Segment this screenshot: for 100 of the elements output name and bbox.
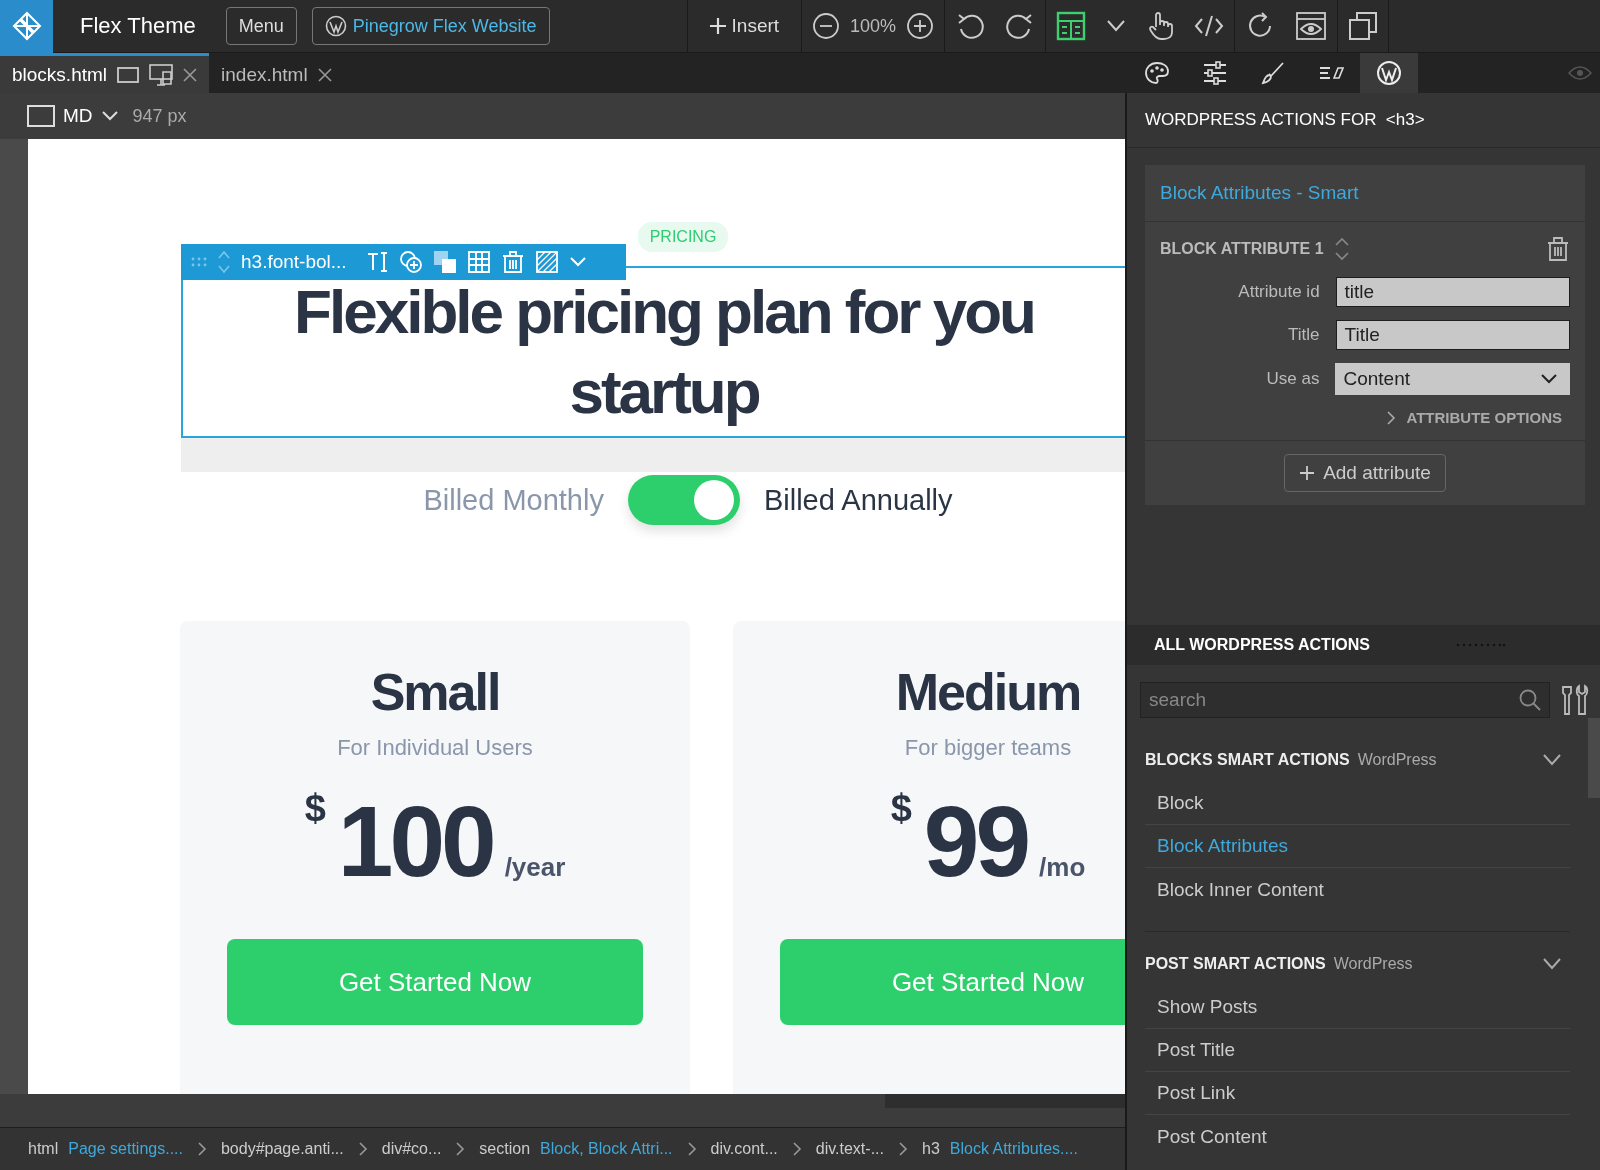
- zoom-in-icon[interactable]: [906, 12, 935, 40]
- device-icon[interactable]: [27, 105, 55, 127]
- close-icon[interactable]: [317, 67, 332, 82]
- group-title: BLOCKS SMART ACTIONS: [1145, 751, 1350, 769]
- group-title: POST SMART ACTIONS: [1145, 955, 1326, 973]
- action-title[interactable]: Block Attributes - Smart: [1145, 165, 1585, 222]
- code-icon[interactable]: [1194, 13, 1225, 39]
- breadcrumb-item[interactable]: h3: [922, 1140, 940, 1158]
- plan-subtitle: For bigger teams: [904, 734, 1072, 762]
- layers-icon[interactable]: [432, 250, 457, 274]
- panel-title: WORDPRESS ACTIONS FOR <h3>: [1145, 110, 1425, 130]
- text-field[interactable]: title: [1335, 277, 1570, 307]
- reorder-icon[interactable]: [1333, 236, 1350, 262]
- breadcrumb-item[interactable]: html: [28, 1140, 59, 1158]
- breadcrumb-item[interactable]: section: [479, 1140, 531, 1158]
- plan-subtitle: For Individual Users: [337, 734, 533, 762]
- windows-icon[interactable]: [1348, 11, 1379, 41]
- chevron-icon: [791, 1141, 802, 1157]
- brush-icon: [1261, 61, 1285, 85]
- file-tab[interactable]: blocks.html: [0, 53, 210, 93]
- price-amount: 99: [923, 791, 1028, 891]
- preview-icon[interactable]: [1295, 11, 1328, 41]
- add-attribute-button[interactable]: Add attribute: [1284, 454, 1446, 492]
- currency-sign: $: [890, 787, 912, 830]
- breadcrumb-link[interactable]: Page settings....: [68, 1140, 183, 1158]
- palette-icon: [1144, 61, 1170, 85]
- field-label: Title: [1287, 325, 1321, 345]
- text-cursor-icon[interactable]: [366, 251, 389, 273]
- layout-icon[interactable]: [1056, 11, 1087, 41]
- responsive-icon[interactable]: [149, 63, 174, 86]
- hand-pointer-icon[interactable]: [1146, 11, 1175, 41]
- page-icon[interactable]: [117, 65, 140, 84]
- plus-icon: [1299, 465, 1316, 481]
- caret-icon[interactable]: [100, 110, 119, 122]
- group-source: WordPress: [1333, 955, 1413, 973]
- plan-name: Small: [370, 662, 500, 723]
- chevron-icon: [686, 1141, 697, 1157]
- collapse-caret-icon[interactable]: [1542, 753, 1562, 767]
- breadcrumb-item[interactable]: body#page.anti...: [220, 1140, 344, 1158]
- action-item[interactable]: Post Link: [1145, 1072, 1570, 1115]
- app-logo[interactable]: [0, 0, 53, 53]
- breadcrumb-link[interactable]: Block Attributes....: [949, 1140, 1078, 1158]
- billing-toggle[interactable]: [627, 475, 740, 525]
- action-item[interactable]: Block Attributes: [1145, 825, 1570, 868]
- billing-label: Billed Annually: [763, 483, 953, 517]
- pricing-badge: PRICING: [637, 222, 729, 252]
- wordpress-icon: [324, 15, 347, 37]
- breakpoint-selector[interactable]: MD: [63, 105, 93, 127]
- site-button[interactable]: Pinegrow Flex Website: [311, 7, 550, 45]
- trash-icon[interactable]: [1546, 236, 1570, 262]
- billing-label: Billed Monthly: [423, 483, 604, 517]
- sliders-icon: [1202, 60, 1228, 86]
- text-field[interactable]: Title: [1335, 320, 1570, 350]
- text-lines-icon: [1318, 64, 1344, 82]
- add-circle-icon[interactable]: [398, 250, 423, 274]
- chevron-icon: [1386, 409, 1397, 426]
- menu-button[interactable]: Menu: [225, 7, 297, 45]
- price-amount: 100: [337, 791, 493, 891]
- section-title: ALL WORDPRESS ACTIONS: [1154, 636, 1370, 654]
- caret-icon: [1540, 373, 1558, 385]
- field-label: Use as: [1265, 369, 1321, 389]
- insert-button[interactable]: Insert: [687, 15, 802, 37]
- file-tab[interactable]: index.html: [209, 53, 344, 93]
- price-period: /year: [504, 852, 566, 883]
- search-icon: [1518, 688, 1542, 712]
- select-field[interactable]: Content: [1335, 363, 1570, 395]
- caret-icon[interactable]: [1106, 19, 1127, 33]
- panel-tab[interactable]: [1360, 53, 1418, 93]
- chevron-icon: [455, 1141, 466, 1157]
- close-icon[interactable]: [183, 67, 198, 82]
- wordpress-icon: [1376, 60, 1402, 86]
- grid-icon[interactable]: [466, 250, 491, 274]
- action-item[interactable]: Block Inner Content: [1145, 868, 1570, 911]
- plan-name: Medium: [895, 662, 1081, 723]
- breadcrumb-item[interactable]: div.text-...: [815, 1140, 884, 1158]
- zoom-level: 100%: [850, 15, 897, 37]
- breadcrumb-item[interactable]: div#co...: [381, 1140, 442, 1158]
- action-item[interactable]: Post Title: [1145, 1029, 1570, 1072]
- collapse-caret-icon[interactable]: [1542, 957, 1562, 971]
- breadcrumb-link[interactable]: Block, Block Attri...: [540, 1140, 673, 1158]
- attribute-options-toggle[interactable]: ATTRIBUTE OPTIONS: [1160, 409, 1570, 426]
- chevron-icon: [196, 1141, 207, 1157]
- drag-handle-icon[interactable]: [191, 256, 207, 268]
- scrollbar-thumb[interactable]: [885, 1094, 1125, 1108]
- action-item[interactable]: Show Posts: [1145, 986, 1570, 1029]
- action-item[interactable]: Block: [1145, 782, 1570, 825]
- zoom-out-icon[interactable]: [812, 12, 841, 40]
- tools-icon[interactable]: [1560, 684, 1590, 716]
- attribute-heading: BLOCK ATTRIBUTE 1: [1160, 240, 1324, 258]
- chevron-icon: [357, 1141, 368, 1157]
- search-field[interactable]: search: [1140, 682, 1550, 718]
- field-label: Attribute id: [1237, 282, 1321, 302]
- currency-sign: $: [304, 787, 326, 830]
- price-period: /mo: [1039, 852, 1086, 883]
- viewport-width: 947 px: [132, 105, 187, 127]
- action-item[interactable]: Post Content: [1145, 1115, 1570, 1158]
- plus-icon: [707, 16, 728, 36]
- breadcrumb-item[interactable]: div.cont...: [710, 1140, 778, 1158]
- chevron-icon: [898, 1141, 908, 1157]
- hatch-icon[interactable]: [534, 250, 559, 274]
